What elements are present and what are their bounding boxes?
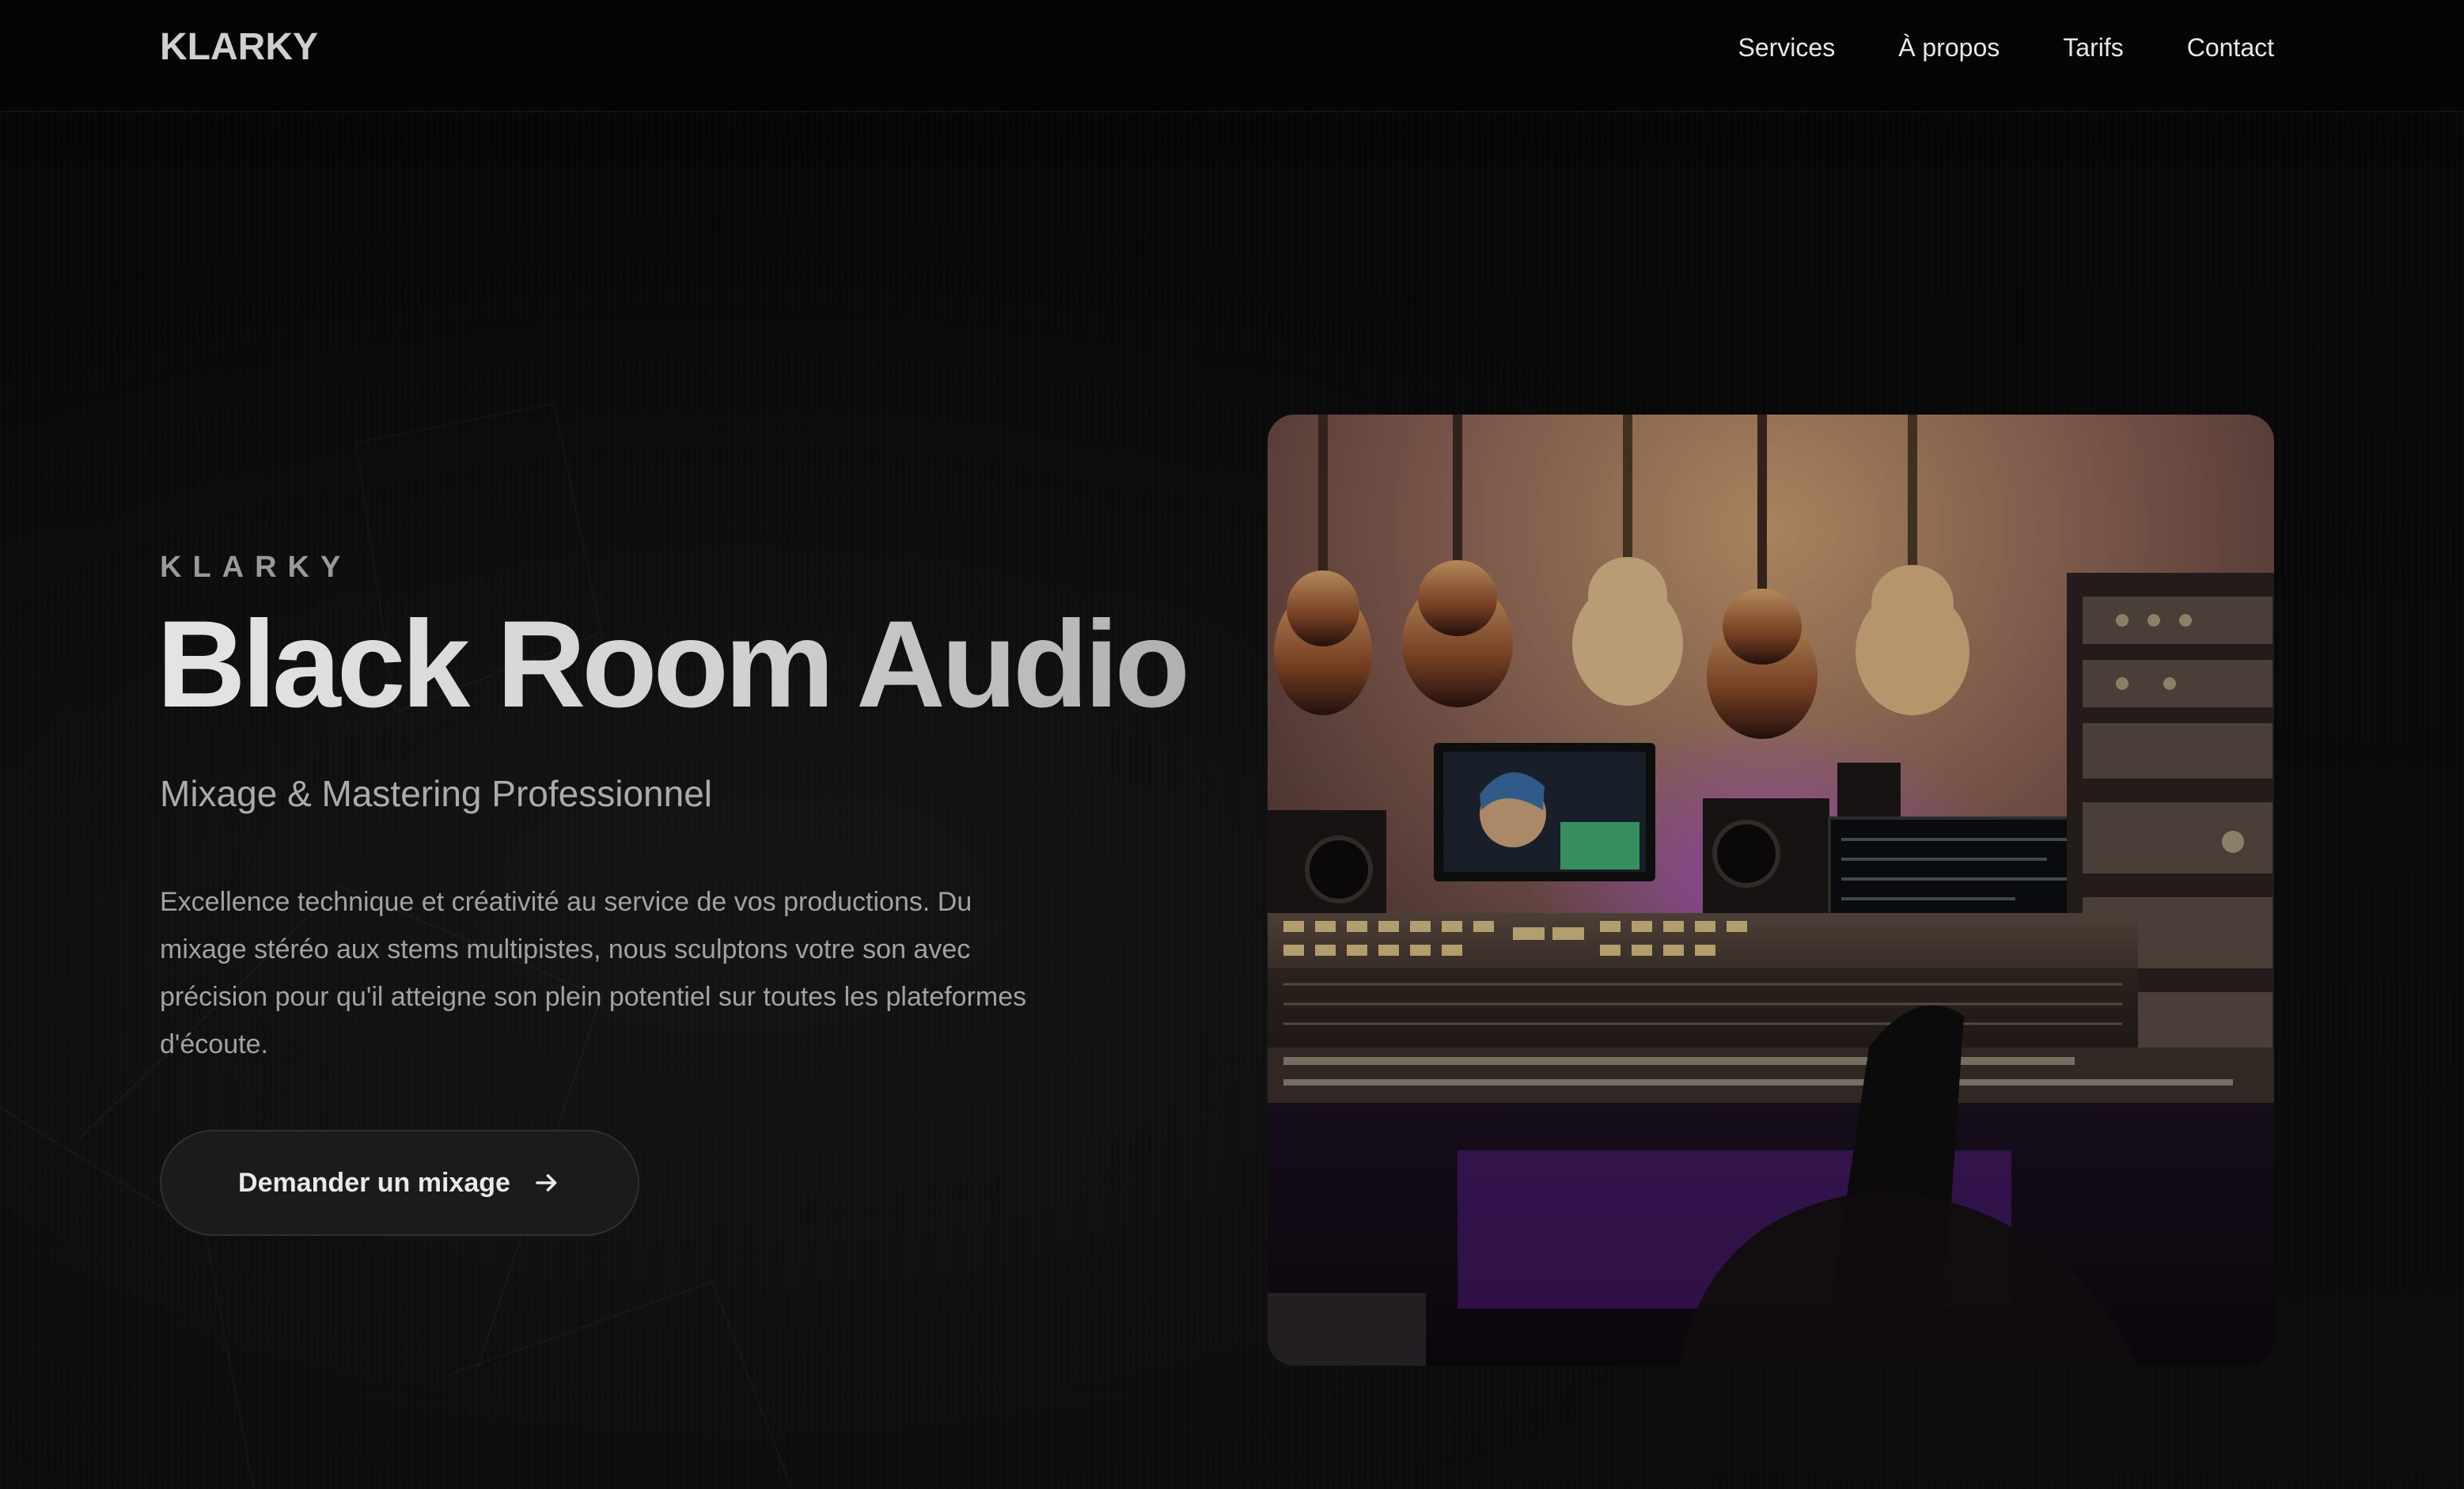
hero-eyebrow: KLARKY <box>160 551 352 584</box>
site-header: KLARKY Services À propos Tarifs Contact <box>0 0 2464 112</box>
nav-tarifs[interactable]: Tarifs <box>2063 33 2123 63</box>
studio-illustration <box>1268 415 2274 1366</box>
nav-contact[interactable]: Contact <box>2187 33 2274 63</box>
studio-image <box>1268 415 2274 1366</box>
request-mix-button[interactable]: Demander un mixage <box>160 1130 639 1236</box>
page: KLARKY Services À propos Tarifs Contact … <box>0 0 2464 1489</box>
arrow-right-icon <box>536 1174 557 1192</box>
hero-description: Excellence technique et créativité au se… <box>160 887 1027 1059</box>
nav-a-propos[interactable]: À propos <box>1898 33 2000 63</box>
hero-title: Black Room Audio <box>157 596 1190 733</box>
hero-subtitle: Mixage & Mastering Professionnel <box>160 773 712 814</box>
nav-services[interactable]: Services <box>1738 33 1835 63</box>
main-nav: Services À propos Tarifs Contact <box>1738 33 2274 63</box>
request-mix-button-label: Demander un mixage <box>238 1167 510 1198</box>
logo[interactable]: KLARKY <box>160 25 318 69</box>
